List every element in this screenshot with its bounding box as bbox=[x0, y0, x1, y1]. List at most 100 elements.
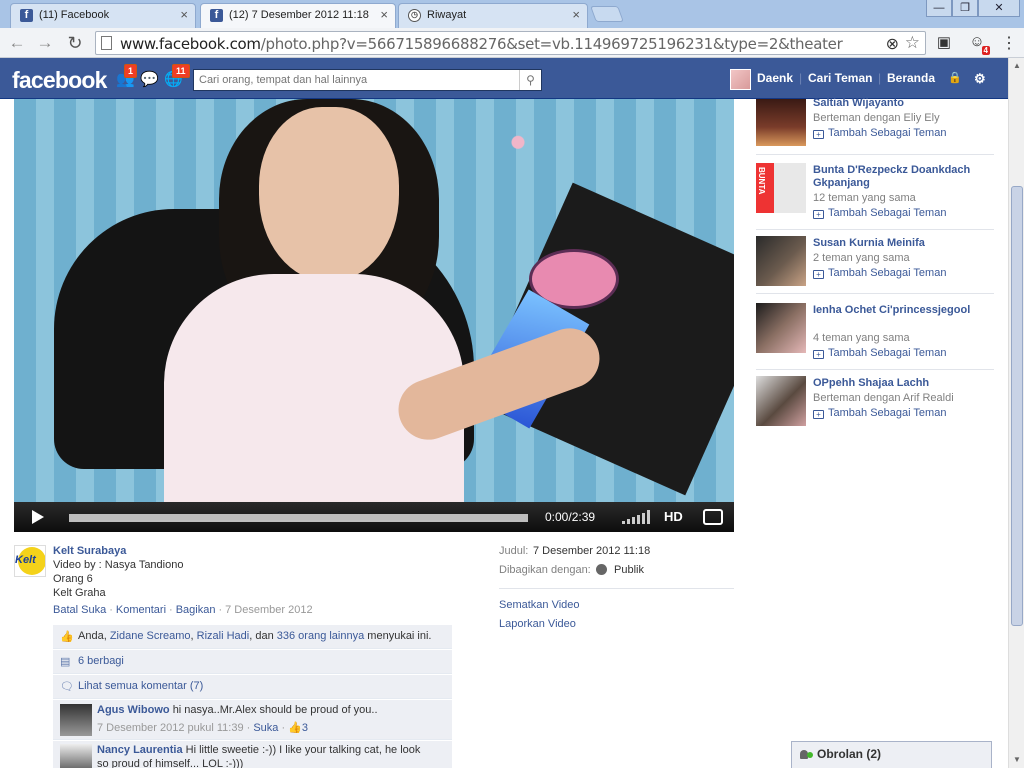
video-controls: 0:00/2:39 HD bbox=[14, 502, 734, 532]
add-friend-link[interactable]: + Tambah Sebagai Teman bbox=[813, 127, 946, 139]
suggestion-name[interactable]: Bunta D'Rezpeckz Doankdach Gkpanjang bbox=[813, 164, 993, 190]
comment-author[interactable]: Agus Wibowo bbox=[97, 704, 170, 716]
caption-line: Video by : Nasya Tandiono bbox=[53, 559, 184, 571]
suggestion-name[interactable]: Saltiah Wijayanto bbox=[813, 97, 993, 110]
likers-others-link[interactable]: 336 orang lainnya bbox=[277, 630, 364, 642]
suggestion-avatar[interactable]: BUNTA bbox=[756, 163, 806, 213]
uploader-logo-text: Kelt bbox=[15, 554, 36, 566]
shares-row: ▤ 6 berbagi bbox=[53, 650, 452, 674]
browser-toolbar: ← → ↻ www.facebook.com/photo.php?v=56671… bbox=[0, 28, 1024, 58]
profile-avatar[interactable] bbox=[730, 69, 751, 90]
search-icon[interactable]: ⚲ bbox=[519, 70, 541, 90]
comment-author[interactable]: Nancy Laurentia bbox=[97, 744, 183, 756]
share-link[interactable]: Bagikan bbox=[176, 604, 216, 616]
comment-time[interactable]: 7 Desember 2012 pukul 11:39 bbox=[97, 722, 244, 734]
suggestion-name[interactable]: OPpehh Shajaa Lachh bbox=[813, 377, 993, 390]
search-box: ⚲ bbox=[193, 69, 542, 91]
browser-tab-facebook[interactable]: f (11) Facebook × bbox=[10, 3, 196, 28]
share-icon: ▤ bbox=[60, 656, 71, 668]
maximize-button[interactable]: ❐ bbox=[952, 0, 978, 17]
commenter-avatar[interactable] bbox=[60, 704, 92, 736]
volume-icon[interactable] bbox=[622, 510, 652, 524]
comment-like-link[interactable]: Suka bbox=[253, 722, 278, 734]
comment-text: hi nasya..Mr.Alex should be proud of you… bbox=[172, 704, 378, 716]
play-icon[interactable] bbox=[32, 510, 44, 524]
facebook-top-bar: facebook 👥1 💬 🌐11 ⚲ Daenk | Cari Teman |… bbox=[0, 58, 1008, 99]
zoom-icon[interactable]: ⊗ bbox=[886, 34, 899, 54]
new-tab-button[interactable] bbox=[590, 6, 624, 22]
window-close-button[interactable]: ✕ bbox=[978, 0, 1020, 17]
notifications-icon[interactable]: 🌐 11 bbox=[164, 64, 190, 88]
post-actions: Batal Suka · Komentari · Bagikan · 7 Desember … bbox=[53, 604, 313, 616]
commenter-avatar[interactable] bbox=[60, 744, 92, 768]
nav-profile[interactable]: Daenk bbox=[757, 58, 793, 99]
uploader-avatar[interactable]: Kelt bbox=[14, 545, 46, 577]
liker-link[interactable]: Rizali Hadi bbox=[197, 630, 250, 642]
add-friend-link[interactable]: + Tambah Sebagai Teman bbox=[813, 407, 946, 419]
add-friend-icon: + bbox=[813, 130, 824, 139]
shares-link[interactable]: 6 berbagi bbox=[78, 655, 124, 667]
suggestion-name[interactable]: Susan Kurnia Meinifa bbox=[813, 237, 993, 250]
scroll-thumb[interactable] bbox=[1011, 186, 1023, 626]
page-scrollbar[interactable]: ▲ ▼ bbox=[1008, 58, 1024, 768]
close-icon[interactable]: × bbox=[380, 4, 388, 26]
nav-find-friends[interactable]: Cari Teman bbox=[808, 58, 872, 99]
address-bar[interactable]: www.facebook.com/photo.php?v=56671589668… bbox=[95, 31, 926, 55]
title-value: 7 Desember 2012 11:18 bbox=[533, 545, 651, 557]
scroll-down-icon[interactable]: ▼ bbox=[1009, 752, 1024, 768]
add-friend-link[interactable]: + Tambah Sebagai Teman bbox=[813, 267, 946, 279]
add-friend-link[interactable]: + Tambah Sebagai Teman bbox=[813, 207, 946, 219]
fullscreen-icon[interactable] bbox=[703, 509, 723, 525]
minimize-button[interactable]: — bbox=[926, 0, 952, 17]
post-date[interactable]: 7 Desember 2012 bbox=[225, 604, 312, 616]
privacy-public[interactable]: Publik bbox=[614, 564, 644, 576]
browser-tab-history[interactable]: ◷ Riwayat × bbox=[398, 3, 588, 28]
close-icon[interactable]: × bbox=[572, 4, 580, 26]
privacy-shortcuts-icon[interactable]: 🔒 bbox=[948, 58, 962, 99]
comment-link[interactable]: Komentari bbox=[116, 604, 166, 616]
chat-bar[interactable]: Obrolan (2) bbox=[791, 741, 992, 768]
suggestion-avatar[interactable] bbox=[756, 236, 806, 286]
comment-text-continued: so proud of himself... LOL :-))) bbox=[97, 758, 244, 768]
hd-toggle[interactable]: HD bbox=[664, 509, 683, 524]
scroll-up-icon[interactable]: ▲ bbox=[1009, 58, 1024, 74]
comment-like-count[interactable]: 👍3 bbox=[288, 722, 308, 734]
report-video-link[interactable]: Laporkan Video bbox=[499, 618, 576, 630]
close-icon[interactable]: × bbox=[180, 4, 188, 26]
settings-gear-icon[interactable]: ⚙ bbox=[974, 58, 986, 99]
online-status-icon bbox=[807, 752, 813, 758]
add-friend-icon: + bbox=[813, 350, 824, 359]
liker-link[interactable]: Zidane Screamo bbox=[110, 630, 191, 642]
suggestion-avatar[interactable] bbox=[756, 303, 806, 353]
reload-button[interactable]: ↻ bbox=[64, 32, 86, 54]
clock-icon: ◷ bbox=[408, 9, 421, 22]
suggestion-subtitle: Berteman dengan Eliy Ely bbox=[813, 112, 940, 124]
suggestion-name[interactable]: Ienha Ochet Ci'princessjegool bbox=[813, 304, 993, 317]
suggestion-avatar[interactable] bbox=[756, 376, 806, 426]
search-input[interactable] bbox=[194, 70, 514, 90]
embed-video-link[interactable]: Sematkan Video bbox=[499, 599, 580, 611]
unlike-link[interactable]: Batal Suka bbox=[53, 604, 106, 616]
nav-separator: | bbox=[799, 71, 803, 85]
back-button[interactable]: ← bbox=[6, 32, 28, 54]
view-all-comments-link[interactable]: Lihat semua komentar (7) bbox=[78, 680, 203, 692]
video-progress-bar[interactable] bbox=[69, 514, 528, 522]
browser-tabstrip: f (11) Facebook × f (12) 7 Desember 2012… bbox=[0, 0, 1024, 29]
uploader-name[interactable]: Kelt Surabaya bbox=[53, 545, 126, 557]
facebook-logo[interactable]: facebook bbox=[12, 67, 107, 94]
friend-requests-icon[interactable]: 👥 1 bbox=[116, 64, 138, 88]
page-icon bbox=[101, 36, 112, 50]
friend-requests-count: 1 bbox=[124, 64, 138, 78]
nav-home[interactable]: Beranda bbox=[887, 58, 935, 99]
browser-tab-photo[interactable]: f (12) 7 Desember 2012 11:18 × bbox=[200, 3, 396, 29]
messages-icon[interactable]: 💬 bbox=[140, 70, 159, 88]
extension-badge-icon[interactable]: ☺ 4 bbox=[966, 33, 990, 55]
bookmark-star-icon[interactable]: ☆ bbox=[905, 33, 920, 53]
forward-button[interactable]: → bbox=[34, 32, 56, 54]
menu-icon[interactable]: ⋮ bbox=[998, 33, 1020, 53]
shared-with-label: Dibagikan dengan: bbox=[499, 564, 591, 576]
video-player[interactable] bbox=[14, 99, 734, 532]
extension-icon[interactable]: ▣ bbox=[933, 33, 955, 53]
suggestion-avatar[interactable] bbox=[756, 99, 806, 146]
add-friend-link[interactable]: + Tambah Sebagai Teman bbox=[813, 347, 946, 359]
